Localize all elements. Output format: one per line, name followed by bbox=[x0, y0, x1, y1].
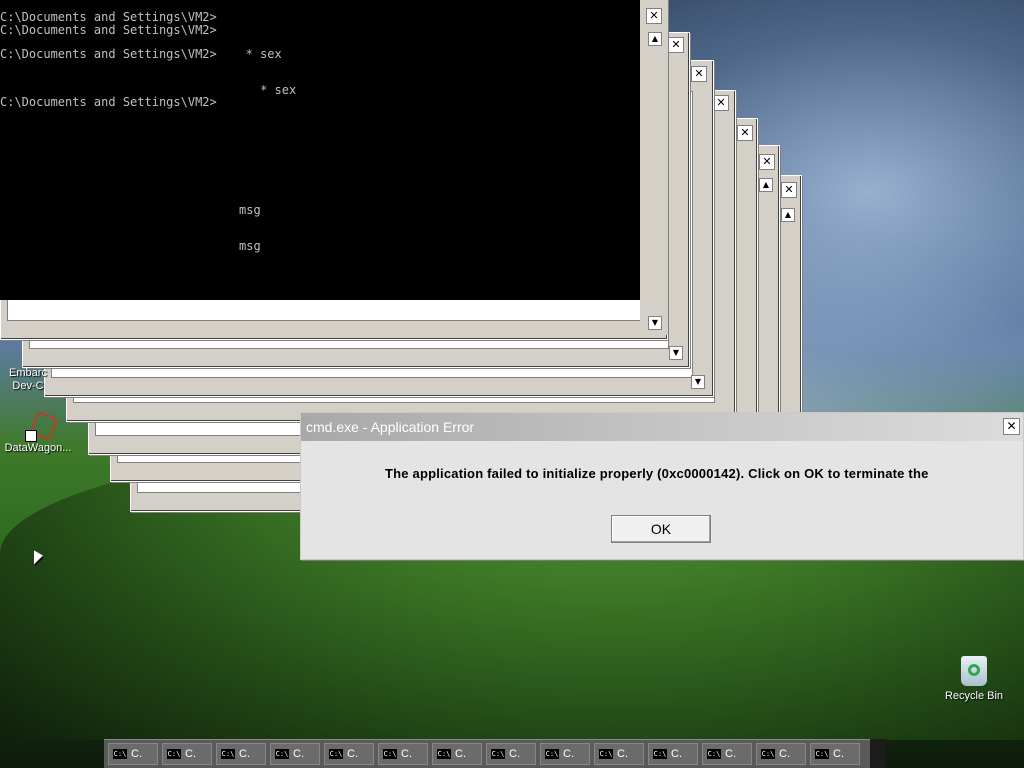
console-icon: C:\ bbox=[707, 749, 721, 760]
taskbar-item[interactable]: C:\ C. bbox=[432, 743, 482, 765]
close-icon[interactable]: ✕ bbox=[759, 154, 775, 170]
taskbar-item-label: C. bbox=[347, 748, 358, 760]
console-icon: C:\ bbox=[167, 749, 181, 760]
taskbar-item[interactable]: C:\ C. bbox=[324, 743, 374, 765]
taskbar-item-label: C. bbox=[833, 748, 844, 760]
taskbar-item[interactable]: C:\ C. bbox=[162, 743, 212, 765]
taskbar-item[interactable]: C:\ C. bbox=[594, 743, 644, 765]
datawagon-icon bbox=[25, 410, 59, 442]
close-icon[interactable]: ✕ bbox=[691, 66, 707, 82]
desktop-icon-embarcadero[interactable]: Embarc Dev-C bbox=[4, 367, 52, 393]
console-output[interactable]: C:\Documents and Settings\VM2> C:\Docume… bbox=[0, 0, 640, 300]
scroll-down-button[interactable]: ▼ bbox=[648, 316, 662, 330]
dialog-message: The application failed to initialize pro… bbox=[385, 466, 929, 481]
console-line: C:\Documents and Settings\VM2> bbox=[0, 10, 217, 24]
console-icon: C:\ bbox=[383, 749, 397, 760]
taskbar-item-label: C. bbox=[671, 748, 682, 760]
console-icon: C:\ bbox=[491, 749, 505, 760]
console-scrollbar-frame: ✕ ▲ ▼ bbox=[640, 0, 669, 335]
taskbar-item[interactable]: C:\ C. bbox=[486, 743, 536, 765]
scroll-down-button[interactable]: ▼ bbox=[691, 375, 705, 389]
taskbar-item-label: C. bbox=[239, 748, 250, 760]
taskbar-item[interactable]: C:\ C. bbox=[216, 743, 266, 765]
console-icon: C:\ bbox=[329, 749, 343, 760]
console-icon: C:\ bbox=[545, 749, 559, 760]
taskbar-item-label: C. bbox=[617, 748, 628, 760]
ok-button[interactable]: OK bbox=[611, 515, 711, 543]
console-icon: C:\ bbox=[221, 749, 235, 760]
console-line: msg bbox=[239, 239, 261, 253]
close-icon[interactable]: ✕ bbox=[737, 125, 753, 141]
scroll-up-button[interactable]: ▲ bbox=[759, 178, 773, 192]
console-line: msg bbox=[239, 203, 261, 217]
desktop-icon-label: Embarc Dev-C bbox=[9, 367, 47, 392]
close-icon[interactable]: ✕ bbox=[668, 37, 684, 53]
taskbar-item[interactable]: C:\ C. bbox=[108, 743, 158, 765]
taskbar-item-label: C. bbox=[563, 748, 574, 760]
taskbar-edge bbox=[870, 739, 886, 768]
desktop-icon-label: DataWagon... bbox=[4, 442, 72, 454]
console-icon: C:\ bbox=[815, 749, 829, 760]
dialog-title: cmd.exe - Application Error bbox=[306, 419, 475, 435]
console-icon: C:\ bbox=[599, 749, 613, 760]
console-icon: C:\ bbox=[437, 749, 451, 760]
taskbar-item[interactable]: C:\ C. bbox=[702, 743, 752, 765]
taskbar-item[interactable]: C:\ C. bbox=[270, 743, 320, 765]
taskbar-item[interactable]: C:\ C. bbox=[756, 743, 806, 765]
console-icon: C:\ bbox=[653, 749, 667, 760]
close-icon[interactable]: ✕ bbox=[1003, 418, 1020, 435]
console-line: C:\Documents and Settings\VM2> * sex bbox=[0, 47, 282, 61]
taskbar-item-label: C. bbox=[185, 748, 196, 760]
taskbar-item-label: C. bbox=[509, 748, 520, 760]
desktop-icon-datawagon[interactable]: DataWagon... bbox=[2, 410, 74, 454]
application-error-dialog[interactable]: cmd.exe - Application Error ✕ The applic… bbox=[300, 412, 1024, 560]
desktop-icon-label: Recycle Bin bbox=[944, 690, 1004, 702]
taskbar-item-label: C. bbox=[455, 748, 466, 760]
console-icon: C:\ bbox=[761, 749, 775, 760]
console-icon: C:\ bbox=[275, 749, 289, 760]
taskbar-item-label: C. bbox=[725, 748, 736, 760]
console-icon: C:\ bbox=[113, 749, 127, 760]
scroll-up-button[interactable]: ▲ bbox=[648, 32, 662, 46]
taskbar-item-label: C. bbox=[131, 748, 142, 760]
taskbar-item-label: C. bbox=[779, 748, 790, 760]
desktop-icon-recycle-bin[interactable]: Recycle Bin bbox=[940, 656, 1008, 702]
taskbar-item[interactable]: C:\ C. bbox=[648, 743, 698, 765]
close-icon[interactable]: ✕ bbox=[646, 8, 662, 24]
console-line: C:\Documents and Settings\VM2> bbox=[0, 23, 217, 37]
dialog-titlebar[interactable]: cmd.exe - Application Error ✕ bbox=[301, 413, 1023, 441]
taskbar-item-label: C. bbox=[293, 748, 304, 760]
scroll-down-button[interactable]: ▼ bbox=[669, 346, 683, 360]
close-icon[interactable]: ✕ bbox=[781, 182, 797, 198]
taskbar-item[interactable]: C:\ C. bbox=[540, 743, 590, 765]
taskbar: C:\ C. C:\ C. C:\ C. C:\ C. C:\ C. C:\ C. C:\ C… bbox=[104, 739, 870, 768]
recycle-bin-icon bbox=[961, 656, 987, 686]
scroll-up-button[interactable]: ▲ bbox=[781, 208, 795, 222]
console-line: C:\Documents and Settings\VM2> bbox=[0, 95, 217, 109]
taskbar-item[interactable]: C:\ C. bbox=[378, 743, 428, 765]
close-icon[interactable]: ✕ bbox=[713, 95, 729, 111]
taskbar-item[interactable]: C:\ C. bbox=[810, 743, 860, 765]
taskbar-item-label: C. bbox=[401, 748, 412, 760]
